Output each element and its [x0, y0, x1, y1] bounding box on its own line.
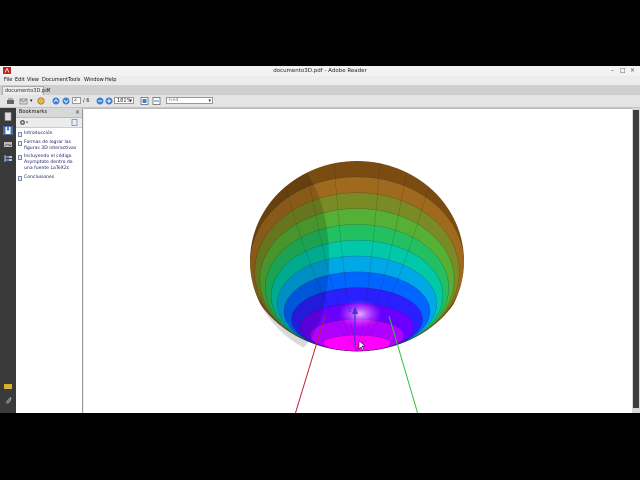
menu-tools[interactable]: Tools: [68, 76, 80, 85]
tab-close-icon[interactable]: ×: [46, 86, 51, 95]
close-panel-icon[interactable]: ×: [75, 108, 80, 117]
previous-page-icon[interactable]: [52, 97, 60, 105]
close-icon[interactable]: ×: [630, 67, 635, 75]
find-input[interactable]: [167, 98, 211, 103]
navigation-pane-buttons: [0, 108, 16, 413]
toolbar: ▾ / 6 181% ▾ ▾: [0, 95, 640, 108]
bookmark-icon: [18, 132, 22, 137]
z-axis-label: z: [347, 305, 353, 314]
expand-bookmark-icon[interactable]: [71, 119, 79, 126]
bookmarks-title: Bookmarks: [19, 109, 47, 115]
email-icon[interactable]: [19, 97, 29, 105]
vertical-scrollbar[interactable]: [632, 108, 640, 413]
scrollbar-thumb[interactable]: [633, 110, 639, 408]
fit-page-icon[interactable]: [140, 97, 149, 105]
bookmarks-header: Bookmarks ×: [16, 108, 82, 118]
email-dropdown-icon[interactable]: ▾: [30, 95, 33, 107]
bookmarks-panel-icon[interactable]: [3, 126, 13, 135]
bookmarks-toolbar: [16, 118, 82, 128]
document-view[interactable]: z x y: [84, 108, 632, 413]
bookmark-icon: [18, 141, 22, 146]
bookmark-item[interactable]: Incluyendo el código Asymptote dentro de…: [18, 154, 80, 172]
menu-document[interactable]: Document: [42, 76, 68, 85]
minimize-icon[interactable]: –: [611, 67, 614, 75]
3d-paraboloid-model[interactable]: z x y: [84, 109, 632, 413]
zoom-level-select[interactable]: 181% ▾: [114, 97, 134, 104]
zoom-in-icon[interactable]: [105, 97, 113, 105]
menu-window[interactable]: Window: [84, 76, 104, 85]
page-number-input[interactable]: [72, 97, 81, 104]
print-icon[interactable]: [6, 97, 15, 105]
find-dropdown-icon[interactable]: ▾: [208, 98, 211, 105]
bookmarks-panel: Bookmarks × Introducción Formas de logra…: [16, 108, 83, 413]
tab-document[interactable]: documento3D.pdf: [2, 86, 50, 95]
window-title: documento3D.pdf - Adobe Reader: [273, 68, 367, 74]
menu-help[interactable]: Help: [105, 76, 116, 85]
comments-panel-icon[interactable]: [3, 382, 13, 391]
bookmark-item[interactable]: Introducción: [18, 131, 80, 137]
maximize-icon[interactable]: □: [620, 67, 626, 75]
fit-width-icon[interactable]: [152, 97, 161, 105]
surface-highlight: [338, 300, 382, 328]
zoom-out-icon[interactable]: [96, 97, 104, 105]
collaborate-icon[interactable]: [36, 97, 46, 105]
next-page-icon[interactable]: [62, 97, 70, 105]
menu-edit[interactable]: Edit: [15, 76, 25, 85]
options-gear-icon[interactable]: [19, 119, 29, 126]
attachments-icon[interactable]: [3, 396, 13, 405]
bookmark-icon: [18, 176, 22, 181]
page-total: / 6: [83, 98, 90, 104]
menu-view[interactable]: View: [27, 76, 39, 85]
reader-window: documento3D.pdf - Adobe Reader – □ × Fil…: [0, 66, 640, 413]
menu-file[interactable]: File: [4, 76, 12, 85]
bookmark-item[interactable]: Formas de lograr las figuras 3D interact…: [18, 140, 80, 152]
bookmark-icon: [18, 155, 22, 160]
bookmark-item[interactable]: Conclusiones: [18, 175, 80, 181]
pages-panel-icon[interactable]: [3, 112, 13, 121]
signatures-panel-icon[interactable]: [3, 140, 13, 149]
surface-band: [322, 334, 392, 352]
chevron-down-icon: ▾: [129, 98, 132, 104]
surface-shadow: [250, 164, 329, 354]
model-tree-panel-icon[interactable]: [3, 154, 13, 163]
menu-bar: File Edit View Document Tools Window Hel…: [0, 76, 640, 85]
find-box[interactable]: ▾: [166, 97, 213, 104]
